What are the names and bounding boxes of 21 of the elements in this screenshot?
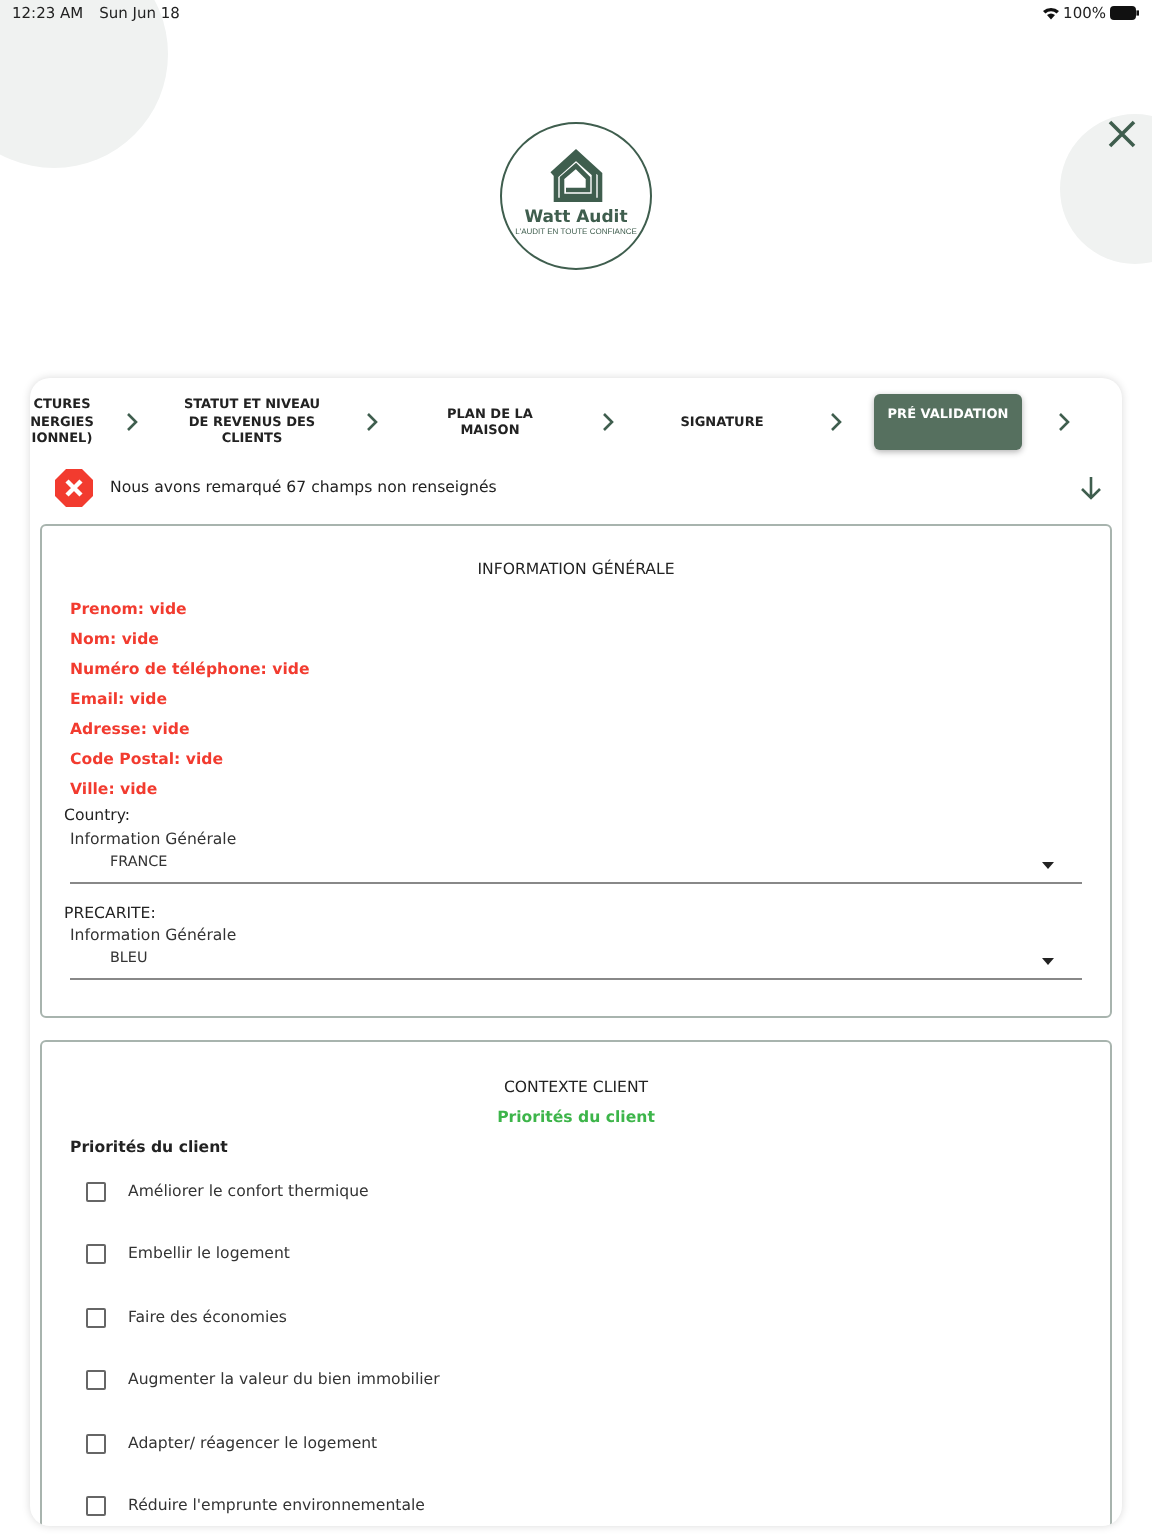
wifi-icon (1041, 6, 1060, 20)
house-icon (548, 148, 604, 203)
checkbox[interactable] (86, 1244, 106, 1264)
error-icon (54, 468, 94, 508)
dropdown-caret-icon (1042, 958, 1054, 967)
battery-icon (1110, 6, 1140, 20)
chevron-right-icon (830, 412, 842, 432)
arrow-down-icon (1080, 476, 1102, 500)
close-button[interactable] (1108, 120, 1136, 148)
checkbox[interactable] (86, 1496, 106, 1516)
checkbox[interactable] (86, 1307, 106, 1327)
checkbox[interactable] (86, 1433, 106, 1453)
checkbox[interactable] (86, 1370, 106, 1390)
dropdown-caret-icon (1042, 862, 1054, 871)
logo-title: Watt Audit (524, 210, 628, 228)
chevron-right-icon (1058, 412, 1070, 432)
close-icon (1108, 120, 1136, 148)
chevron-right-icon (126, 412, 138, 432)
chevron-right-icon (366, 412, 378, 432)
chevron-right-icon (602, 412, 614, 432)
checkbox[interactable] (86, 1181, 106, 1201)
